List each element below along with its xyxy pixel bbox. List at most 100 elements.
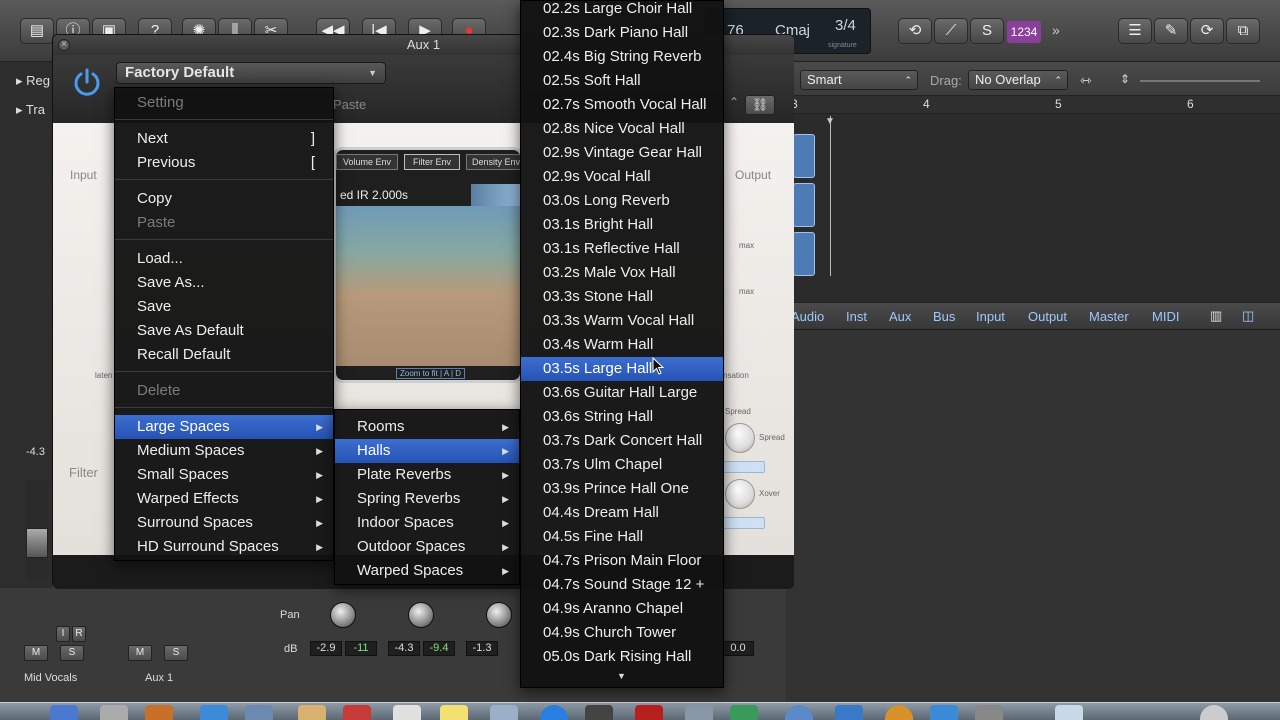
menu-item-hall-preset[interactable]: 03.9s Prince Hall One <box>521 477 723 501</box>
list-editors-button[interactable]: ☰ <box>1118 18 1152 44</box>
density-env-tab[interactable]: Density Env <box>466 154 520 170</box>
ir-display[interactable]: Volume Env Filter Env Density Env ed IR … <box>333 147 523 383</box>
menu-item-rooms[interactable]: Rooms ▶ <box>335 415 519 439</box>
waveform-zoom-icon[interactable]: ⇿ <box>1080 72 1092 89</box>
wide-view-icon[interactable]: ◫ <box>1242 308 1254 324</box>
menu-item-hall-preset[interactable]: 02.5s Soft Hall <box>521 69 723 93</box>
menu-item-save[interactable]: Save <box>115 295 333 319</box>
mute-button[interactable]: M <box>128 645 152 661</box>
audio-region[interactable] <box>793 183 815 227</box>
notepad-button[interactable]: ✎ <box>1154 18 1188 44</box>
region-inspector-label[interactable]: ▸ Reg <box>16 73 50 89</box>
volume-env-tab[interactable]: Volume Env <box>336 154 398 170</box>
menu-item-hall-preset[interactable]: 03.7s Ulm Chapel <box>521 453 723 477</box>
mute-button[interactable]: M <box>24 645 48 661</box>
menu-item-large-spaces[interactable]: Large Spaces ▶ <box>115 415 333 439</box>
compare-icon[interactable]: ⌃ <box>729 95 739 109</box>
menu-item-hall-preset[interactable]: 02.7s Smooth Vocal Hall <box>521 93 723 117</box>
preset-menu-button[interactable]: Factory Default ▼ <box>116 62 386 84</box>
menu-item-hall-preset[interactable]: 03.3s Stone Hall <box>521 285 723 309</box>
loop-browser-button[interactable]: ⟳ <box>1190 18 1224 44</box>
menu-item-hall-preset[interactable]: 02.3s Dark Piano Hall <box>521 21 723 45</box>
calendar-icon[interactable] <box>343 705 371 720</box>
menu-item-hall-preset[interactable]: 04.7s Sound Stage 12 + <box>521 573 723 597</box>
drag-mode-menu[interactable]: No Overlap ⌃ <box>968 70 1068 90</box>
trash-icon[interactable] <box>1200 705 1228 720</box>
mail-icon[interactable] <box>245 705 273 720</box>
solo-button[interactable]: S <box>60 645 84 661</box>
app-icon[interactable] <box>685 705 713 720</box>
menu-item-hall-preset[interactable]: 04.5s Fine Hall <box>521 525 723 549</box>
launchpad-icon[interactable] <box>100 705 128 720</box>
power-icon[interactable] <box>70 65 104 99</box>
record-enable-button[interactable]: R <box>72 626 86 642</box>
menu-item-save-as[interactable]: Save As... <box>115 271 333 295</box>
mixer-tab-bus[interactable]: Bus <box>933 309 955 324</box>
app-icon[interactable] <box>730 705 758 720</box>
menu-item-warped-spaces[interactable]: Warped Spaces ▶ <box>335 559 519 583</box>
menu-item-hall-preset[interactable]: 03.6s String Hall <box>521 405 723 429</box>
paste-button[interactable]: Paste <box>333 97 366 112</box>
menu-item-plate-reverbs[interactable]: Plate Reverbs ▶ <box>335 463 519 487</box>
menu-item-hall-preset[interactable]: 03.7s Dark Concert Hall <box>521 429 723 453</box>
menu-item-recall-default[interactable]: Recall Default <box>115 343 333 367</box>
menu-item-previous[interactable]: Previous[ <box>115 151 333 175</box>
fader-handle[interactable] <box>26 528 48 558</box>
track-inspector-label[interactable]: ▸ Tra <box>16 102 45 118</box>
preview-icon[interactable] <box>490 705 518 720</box>
menu-item-hall-preset[interactable]: 05.0s Dark Rising Hall <box>521 645 723 669</box>
audio-region[interactable] <box>793 134 815 178</box>
filter-env-tab[interactable]: Filter Env <box>404 154 460 170</box>
menu-item-hall-preset[interactable]: 03.0s Long Reverb <box>521 189 723 213</box>
menu-item-hall-preset[interactable]: 03.3s Warm Vocal Hall <box>521 309 723 333</box>
menu-item-hall-preset[interactable]: 02.4s Big String Reverb <box>521 45 723 69</box>
mixer-tab-aux[interactable]: Aux <box>889 309 911 324</box>
mixer-tab-midi[interactable]: MIDI <box>1152 309 1179 324</box>
more-chevron-icon[interactable]: » <box>1052 22 1060 38</box>
mixer-tab-input[interactable]: Input <box>976 309 1005 324</box>
ir-waveform[interactable] <box>336 206 520 366</box>
menu-item-hall-preset[interactable]: 02.9s Vintage Gear Hall <box>521 141 723 165</box>
xover-knob[interactable] <box>725 479 755 509</box>
menu-item-hall-preset[interactable]: 04.9s Aranno Chapel <box>521 597 723 621</box>
playhead-marker-icon[interactable]: ▼ <box>825 116 835 127</box>
menu-item-hd-surround-spaces[interactable]: HD Surround Spaces ▶ <box>115 535 333 559</box>
solo-button[interactable]: S <box>164 645 188 661</box>
menu-item-warped-effects[interactable]: Warped Effects ▶ <box>115 487 333 511</box>
link-icon[interactable]: ⛓ <box>745 95 775 115</box>
system-preferences-icon[interactable] <box>975 705 1003 720</box>
mixer-tab-audio[interactable]: Audio <box>791 309 824 324</box>
spread-knob[interactable] <box>725 423 755 453</box>
menu-item-hall-preset[interactable]: 02.2s Large Choir Hall <box>521 0 723 21</box>
pan-knob[interactable] <box>486 602 512 628</box>
notes-icon[interactable] <box>393 705 421 720</box>
browser-button[interactable]: ⧉ <box>1226 18 1260 44</box>
menu-item-hall-preset[interactable]: 02.8s Nice Vocal Hall <box>521 117 723 141</box>
mixer-tab-master[interactable]: Master <box>1089 309 1129 324</box>
menu-item-small-spaces[interactable]: Small Spaces ▶ <box>115 463 333 487</box>
itunes-icon[interactable] <box>835 705 863 720</box>
pan-knob[interactable] <box>330 602 356 628</box>
stickies-icon[interactable] <box>440 705 468 720</box>
facetime-icon[interactable] <box>585 705 613 720</box>
finder-icon[interactable] <box>50 705 78 720</box>
menu-item-load[interactable]: Load... <box>115 247 333 271</box>
tool-menu[interactable]: Smart ⌃ <box>800 70 918 90</box>
app-icon[interactable] <box>785 705 813 720</box>
cycle-button[interactable]: ⟲ <box>898 18 932 44</box>
menu-item-copy[interactable]: Copy <box>115 187 333 211</box>
app-icon[interactable] <box>145 705 173 720</box>
menu-item-hall-preset[interactable]: 03.2s Male Vox Hall <box>521 261 723 285</box>
menu-item-medium-spaces[interactable]: Medium Spaces ▶ <box>115 439 333 463</box>
menu-item-hall-preset[interactable]: 03.1s Reflective Hall <box>521 237 723 261</box>
menu-item-next[interactable]: Next] <box>115 127 333 151</box>
ibooks-icon[interactable] <box>885 705 913 720</box>
ruler[interactable]: 3 4 5 6 <box>791 96 1280 114</box>
library-button[interactable]: ▤ <box>20 18 54 44</box>
menu-item-hall-preset[interactable]: 03.4s Warm Hall <box>521 333 723 357</box>
messages-icon[interactable] <box>540 705 568 720</box>
menu-item-hall-preset[interactable]: 04.7s Prison Main Floor <box>521 549 723 573</box>
menu-item-outdoor-spaces[interactable]: Outdoor Spaces ▶ <box>335 535 519 559</box>
pan-knob[interactable] <box>408 602 434 628</box>
menu-item-hall-preset[interactable]: 04.9s Church Tower <box>521 621 723 645</box>
